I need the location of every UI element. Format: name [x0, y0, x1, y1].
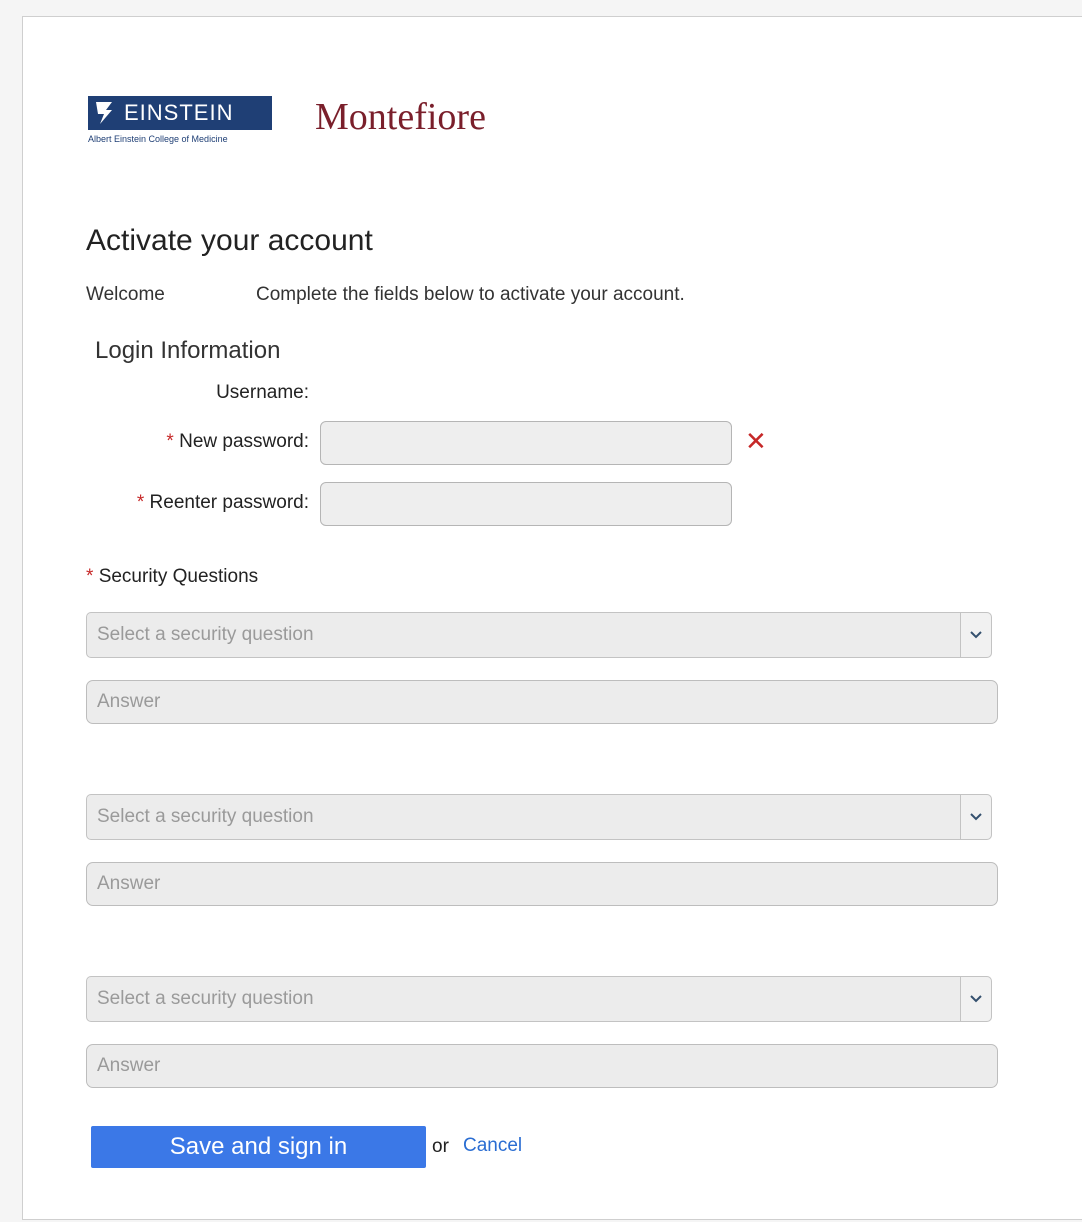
chevron-down-icon[interactable] [960, 613, 991, 657]
security-questions-heading-text: Security Questions [98, 566, 259, 587]
security-answer-input-2[interactable]: Answer [86, 862, 998, 906]
einstein-wordmark: EINSTEIN [124, 100, 234, 125]
cancel-link[interactable]: Cancel [463, 1135, 522, 1157]
einstein-mark-icon [96, 102, 112, 124]
einstein-logo: EINSTEIN Albert Einstein College of Medi… [88, 96, 272, 148]
einstein-logo-box: EINSTEIN [88, 96, 272, 130]
select-placeholder: Select a security question [97, 806, 314, 827]
username-label: Username: [216, 382, 309, 404]
select-placeholder: Select a security question [97, 988, 314, 1009]
answer-placeholder: Answer [97, 1055, 161, 1076]
new-password-label-text: New password: [179, 431, 309, 452]
username-label-text: Username: [216, 382, 309, 403]
answer-placeholder: Answer [97, 691, 161, 712]
reenter-password-input[interactable] [320, 482, 732, 526]
close-icon: ✕ [745, 426, 767, 456]
welcome-text: Welcome [86, 284, 165, 305]
select-placeholder: Select a security question [97, 624, 314, 645]
chevron-down-icon[interactable] [960, 977, 991, 1021]
chevron-down-icon[interactable] [960, 795, 991, 839]
new-password-input[interactable] [320, 421, 732, 465]
einstein-subtitle: Albert Einstein College of Medicine [88, 134, 228, 144]
security-question-select-3[interactable]: Select a security question [86, 976, 992, 1022]
page-title: Activate your account [86, 224, 373, 257]
montefiore-logo: Montefiore [315, 96, 486, 138]
save-and-sign-in-button[interactable]: Save and sign in [91, 1126, 426, 1168]
security-question-select-1[interactable]: Select a security question [86, 612, 992, 658]
or-text: or [432, 1136, 449, 1157]
answer-placeholder: Answer [97, 873, 161, 894]
instructions-text: Complete the fields below to activate yo… [256, 284, 685, 305]
security-question-select-2[interactable]: Select a security question [86, 794, 992, 840]
required-marker: * [86, 566, 94, 587]
reenter-password-label-text: Reenter password: [149, 492, 309, 513]
reenter-password-label: * Reenter password: [137, 492, 309, 514]
required-marker: * [166, 431, 174, 452]
new-password-label: * New password: [166, 431, 309, 453]
required-marker: * [136, 492, 145, 513]
security-questions-heading: * Security Questions [86, 566, 258, 588]
login-information-heading: Login Information [95, 337, 281, 364]
security-answer-input-1[interactable]: Answer [86, 680, 998, 724]
security-answer-input-3[interactable]: Answer [86, 1044, 998, 1088]
